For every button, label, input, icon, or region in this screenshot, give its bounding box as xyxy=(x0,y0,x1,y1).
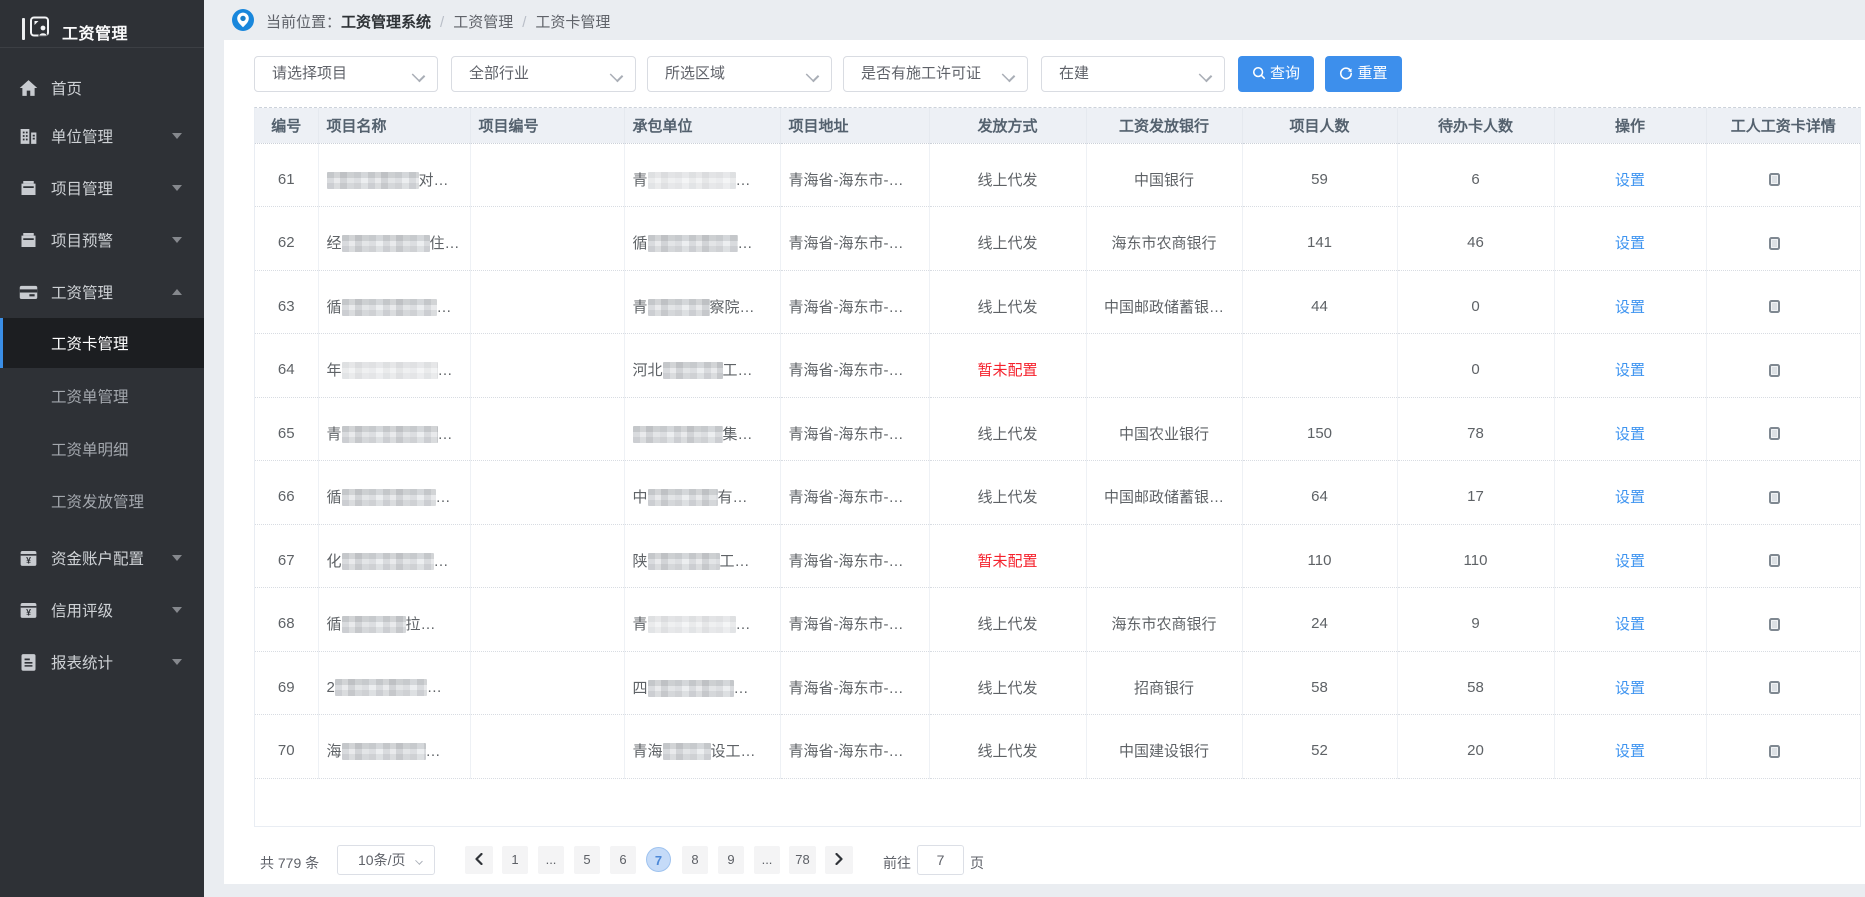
svg-text:¥: ¥ xyxy=(26,608,31,618)
svg-text:¥: ¥ xyxy=(26,556,31,566)
